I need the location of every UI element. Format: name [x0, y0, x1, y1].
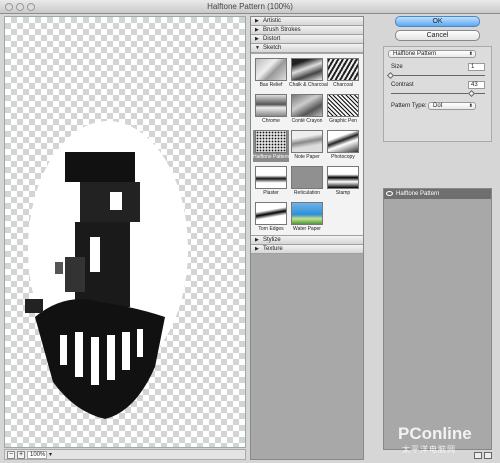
watermark-brand: PConline	[398, 424, 472, 443]
thumb-water-paper[interactable]: Water Paper	[289, 202, 325, 234]
sketch-thumbnails: Bas Relief Chalk & Charcoal Charcoal Chr…	[251, 54, 363, 236]
thumb-plaster[interactable]: Plaster	[253, 166, 289, 198]
category-brush-strokes[interactable]: ▶ Brush Strokes	[251, 26, 363, 35]
updown-icon: ⬍	[468, 103, 473, 109]
zoom-in-button[interactable]: +	[17, 451, 25, 459]
filter-select[interactable]: Halftone Pattern ⬍	[388, 50, 476, 58]
ok-button[interactable]: OK	[395, 16, 480, 27]
category-stylize[interactable]: ▶ Stylize	[251, 236, 363, 245]
thumb-photocopy[interactable]: Photocopy	[325, 130, 361, 162]
size-label: Size	[391, 64, 403, 70]
chevron-right-icon: ▶	[255, 27, 259, 33]
window-title: Halftone Pattern (100%)	[207, 2, 293, 11]
thumb-note-paper[interactable]: Note Paper	[289, 130, 325, 162]
thumb-charcoal[interactable]: Charcoal	[325, 58, 361, 90]
thumb-graphic-pen[interactable]: Graphic Pen	[325, 94, 361, 126]
watermark-cn: 太平洋电脑网	[402, 445, 456, 454]
size-slider-handle[interactable]	[386, 71, 395, 80]
contrast-label: Contrast	[391, 82, 414, 88]
title-bar: Halftone Pattern (100%)	[0, 0, 500, 14]
updown-icon: ⬍	[468, 51, 473, 57]
thumb-stamp[interactable]: Stamp	[325, 166, 361, 198]
new-effect-layer-button[interactable]	[474, 452, 482, 459]
thumb-conte-crayon[interactable]: Conté Crayon	[289, 94, 325, 126]
effect-layer-item[interactable]: Halftone Pattern	[384, 189, 491, 199]
thumb-bas-relief[interactable]: Bas Relief	[253, 58, 289, 90]
image-preview[interactable]	[4, 16, 246, 448]
cancel-button[interactable]: Cancel	[395, 30, 480, 41]
halftone-mask-image	[25, 121, 188, 419]
chevron-right-icon: ▶	[255, 18, 259, 24]
filter-settings: Halftone Pattern ⬍ Size 1 Contrast 43 Pa…	[383, 46, 492, 142]
thumb-halftone-pattern[interactable]: Halftone Pattern	[253, 130, 289, 162]
settings-panel: OK Cancel Halftone Pattern ⬍ Size 1 Cont…	[378, 16, 494, 460]
size-input[interactable]: 1	[468, 63, 485, 71]
chevron-down-icon: ▼	[255, 45, 260, 51]
chevron-right-icon: ▶	[255, 237, 259, 243]
category-distort[interactable]: ▶ Distort	[251, 35, 363, 44]
pattern-type-select[interactable]: Dot ⬍	[428, 102, 476, 110]
contrast-input[interactable]: 43	[468, 81, 485, 89]
contrast-slider-handle[interactable]	[467, 89, 475, 98]
zoom-level[interactable]: 100%	[27, 451, 47, 459]
effect-layers-panel: Halftone Pattern	[383, 188, 492, 450]
thumb-chalk-charcoal[interactable]: Chalk & Charcoal	[289, 58, 328, 90]
zoom-bar: − + 100% ▾	[4, 449, 246, 460]
chevron-right-icon: ▶	[255, 246, 259, 252]
size-slider[interactable]	[391, 75, 485, 76]
eye-icon[interactable]	[386, 191, 393, 196]
filter-gallery: ▶ Artistic ▶ Brush Strokes ▶ Distort ▼ Sketc…	[250, 16, 364, 460]
thumb-reticulation[interactable]: Reticulation	[289, 166, 325, 198]
thumb-chrome[interactable]: Chrome	[253, 94, 289, 126]
category-texture[interactable]: ▶ Texture	[251, 245, 363, 254]
delete-effect-layer-button[interactable]	[484, 452, 492, 459]
category-artistic[interactable]: ▶ Artistic	[251, 17, 363, 26]
zoom-out-button[interactable]: −	[7, 451, 15, 459]
category-sketch[interactable]: ▼ Sketch	[251, 44, 363, 53]
pattern-type-label: Pattern Type:	[391, 103, 427, 109]
chevron-right-icon: ▶	[255, 36, 259, 42]
thumb-torn-edges[interactable]: Torn Edges	[253, 202, 289, 234]
chevron-down-icon[interactable]: ▾	[49, 451, 55, 459]
